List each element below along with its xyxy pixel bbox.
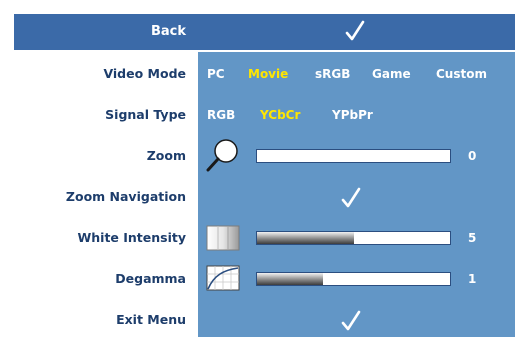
video-mode-option-game[interactable]: Game bbox=[372, 64, 411, 84]
checkmark-icon bbox=[345, 20, 365, 41]
zoom-label[interactable]: Zoom bbox=[14, 146, 186, 166]
osd-menu: Back Video Mode Signal Type Zoom Zoom Na… bbox=[0, 0, 530, 337]
back-label: Back bbox=[150, 24, 186, 39]
video-mode-option-custom[interactable]: Custom bbox=[436, 64, 487, 84]
degamma-label[interactable]: Degamma bbox=[14, 269, 186, 289]
settings-panel: PC Movie sRGB Game Custom RGB YCbCr YPbP… bbox=[198, 52, 515, 337]
signal-type-label[interactable]: Signal Type bbox=[14, 105, 186, 125]
zoom-navigation-label[interactable]: Zoom Navigation bbox=[14, 187, 186, 207]
white-intensity-value: 5 bbox=[468, 231, 477, 245]
degamma-slider[interactable] bbox=[256, 272, 451, 286]
video-mode-option-srgb[interactable]: sRGB bbox=[315, 64, 350, 84]
signal-type-option-rgb[interactable]: RGB bbox=[207, 105, 235, 125]
checkmark-icon[interactable] bbox=[340, 309, 362, 333]
magnifier-icon bbox=[206, 139, 238, 172]
signal-type-option-ycbcr[interactable]: YCbCr bbox=[260, 105, 300, 125]
white-intensity-slider-fill bbox=[257, 232, 354, 244]
white-intensity-label[interactable]: White Intensity bbox=[14, 228, 186, 248]
zoom-slider[interactable] bbox=[256, 149, 451, 163]
menu-body: Video Mode Signal Type Zoom Zoom Navigat… bbox=[14, 52, 515, 337]
degamma-curve-icon bbox=[206, 265, 240, 291]
zoom-value: 0 bbox=[468, 149, 477, 163]
checkmark-icon[interactable] bbox=[340, 186, 362, 210]
white-intensity-icon bbox=[206, 225, 240, 251]
degamma-value: 1 bbox=[468, 272, 477, 286]
back-row[interactable]: Back bbox=[14, 14, 515, 52]
video-mode-option-movie[interactable]: Movie bbox=[248, 64, 288, 84]
degamma-slider-fill bbox=[257, 273, 323, 285]
label-column: Video Mode Signal Type Zoom Zoom Navigat… bbox=[14, 52, 194, 337]
video-mode-option-pc[interactable]: PC bbox=[207, 64, 225, 84]
video-mode-label[interactable]: Video Mode bbox=[14, 64, 186, 84]
exit-menu-label[interactable]: Exit Menu bbox=[14, 310, 186, 330]
white-intensity-slider[interactable] bbox=[256, 231, 451, 245]
signal-type-option-ypbpr[interactable]: YPbPr bbox=[332, 105, 373, 125]
